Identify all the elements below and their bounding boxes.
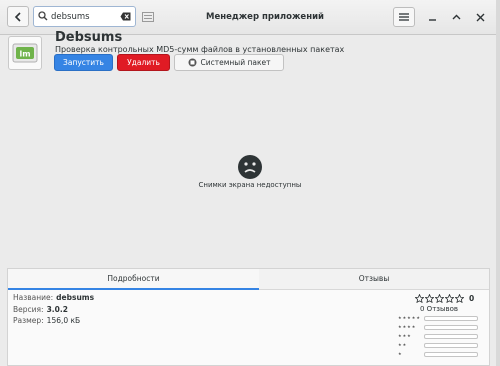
star-outline-icon — [425, 294, 434, 303]
star-outline-icon — [415, 294, 424, 303]
search-box[interactable] — [33, 6, 136, 27]
launch-button[interactable]: Запустить — [54, 54, 113, 71]
maximize-icon — [452, 14, 460, 19]
no-screenshots-message: Снимки экрана недоступны — [198, 181, 302, 189]
list-view-icon — [142, 11, 154, 22]
detail-version-row: Версия: 3.0.2 — [13, 305, 68, 314]
tab-details[interactable]: Подробности — [8, 269, 259, 290]
app-summary: Проверка контрольных MD5-сумм файлов в у… — [55, 45, 345, 54]
system-package-label: Системный пакет — [200, 58, 271, 67]
histogram-bar — [424, 343, 478, 348]
rating-stars — [415, 294, 464, 303]
rating-count: 0 — [469, 294, 475, 303]
view-toggle-button[interactable] — [138, 6, 158, 27]
screenshots-area: Снимки экрана недоступны — [0, 75, 500, 268]
histogram-stars: ★ — [398, 351, 403, 356]
version-label: Версия: — [13, 305, 44, 314]
version-value: 3.0.2 — [46, 305, 68, 314]
star-outline-icon — [435, 294, 444, 303]
app-name: Debsums — [55, 30, 123, 45]
histogram-stars: ★★★ — [398, 333, 412, 338]
minimize-icon — [428, 18, 436, 21]
hamburger-menu-icon — [399, 13, 409, 21]
histogram-row-1: ★ — [398, 351, 483, 357]
histogram-bar — [424, 352, 478, 357]
size-value: 156,0 кБ — [46, 316, 81, 325]
app-header: lm Debsums Проверка контрольных MD5-сумм… — [0, 30, 500, 75]
detail-size-row: Размер: 156,0 кБ — [13, 316, 80, 325]
close-button[interactable] — [471, 8, 489, 26]
details-panel: Подробности Отзывы Название: debsums Верс… — [7, 268, 490, 366]
menu-button[interactable] — [393, 7, 415, 27]
system-package-button[interactable]: Системный пакет — [174, 54, 284, 71]
app-logo-icon: lm — [12, 43, 38, 63]
app-icon: lm — [8, 36, 42, 70]
star-outline-icon — [455, 294, 464, 303]
tab-reviews[interactable]: Отзывы — [259, 269, 489, 289]
close-icon — [476, 13, 484, 21]
histogram-row-5: ★★★★★ — [398, 315, 483, 321]
back-button[interactable] — [7, 6, 29, 27]
star-outline-icon — [445, 294, 454, 303]
window-edge — [496, 0, 500, 366]
histogram-stars: ★★ — [398, 342, 408, 347]
histogram-row-3: ★★★ — [398, 333, 483, 339]
svg-text:lm: lm — [19, 50, 30, 59]
minimize-button[interactable] — [423, 8, 441, 26]
size-label: Размер: — [13, 316, 44, 325]
histogram-bar — [424, 334, 478, 339]
window-title: Менеджер приложений — [206, 12, 324, 22]
detail-name-row: Название: debsums — [13, 293, 94, 302]
search-input[interactable] — [51, 8, 117, 25]
tab-bar: Подробности Отзывы — [8, 269, 489, 290]
name-label: Название: — [13, 293, 54, 302]
chevron-left-icon — [14, 11, 21, 22]
remove-button[interactable]: Удалить — [117, 54, 170, 71]
reviews-count: 0 Отзывов — [420, 305, 459, 313]
package-icon — [188, 58, 196, 67]
histogram-stars: ★★★★ — [398, 324, 417, 329]
name-value: debsums — [56, 293, 95, 302]
maximize-button[interactable] — [447, 8, 465, 26]
sad-face-icon — [238, 155, 262, 179]
histogram-bar — [424, 316, 478, 321]
search-icon — [38, 11, 48, 21]
histogram-row-4: ★★★★ — [398, 324, 483, 330]
histogram-stars: ★★★★★ — [398, 315, 421, 320]
histogram-row-2: ★★ — [398, 342, 483, 348]
clear-search-icon[interactable] — [120, 12, 131, 21]
histogram-bar — [424, 325, 478, 330]
